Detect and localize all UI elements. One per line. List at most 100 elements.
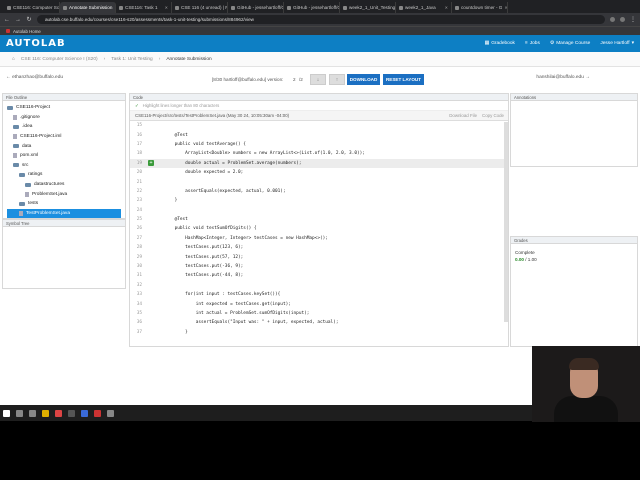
app-icon[interactable] [81, 409, 88, 417]
forward-icon[interactable]: → [15, 17, 21, 23]
reset-layout-button[interactable]: RESET LAYOUT [383, 74, 424, 85]
line-number: 28 [136, 245, 142, 251]
file-tree-file[interactable]: TestProblemSet.java [7, 208, 121, 219]
intellij-icon[interactable] [68, 409, 75, 417]
breadcrumb-current: Annotate Submission [166, 56, 212, 62]
code-line[interactable]: 18 ArrayList<Double> numbers = new Array… [130, 149, 508, 158]
breadcrumb-assessment[interactable]: Task 1: Unit Testing [111, 57, 153, 62]
file-tree-file[interactable]: .gitignore [7, 113, 121, 123]
autolab-logo[interactable]: AUTOLAB [6, 38, 66, 49]
code-line[interactable]: 35 int actual = ProblemSet.sumOfDigits(i… [130, 309, 508, 318]
check-icon[interactable]: ✓ [135, 103, 139, 109]
code-line[interactable]: 24 [130, 206, 508, 215]
browser-tab[interactable]: week2_1_Java ✕ [396, 2, 452, 13]
close-tab-icon[interactable]: ✕ [504, 5, 507, 10]
code-line[interactable]: 32 [130, 281, 508, 290]
nav-user-menu[interactable]: Jesse Hartloff ▾ [600, 41, 634, 46]
app-icon[interactable] [94, 409, 101, 417]
browser-tab[interactable]: CSE116: Computer Scien✕ [4, 2, 60, 13]
close-tab-icon[interactable]: ✕ [445, 5, 448, 10]
tab-favicon-icon [119, 5, 123, 10]
menu-icon[interactable]: ⋮ [630, 16, 636, 23]
highlight-long-lines-row: ✓ Highlight lines longer than 80 charact… [130, 101, 508, 111]
file-tree-folder[interactable]: datastructures [7, 180, 121, 190]
copy-code-link[interactable]: Copy Code [482, 113, 504, 118]
chevron-down-icon: ▾ [631, 41, 634, 46]
line-number: 31 [136, 273, 142, 279]
code-line[interactable]: 27 HashMap<Integer, Integer> testCases =… [130, 234, 508, 243]
code-line[interactable]: 29 testCases.put(57, 12); [130, 252, 508, 261]
file-tree-folder[interactable]: CSE116-Project [7, 103, 121, 113]
code-text: public void testSumOfDigits() { [164, 226, 257, 232]
close-tab-icon[interactable]: ✕ [165, 5, 168, 10]
download-button[interactable]: DOWNLOAD [347, 74, 380, 85]
nav-jobs[interactable]: ≡ Jobs [525, 41, 540, 46]
url-field[interactable]: autolab.cse.buffalo.edu/courses/cse116-s… [37, 15, 605, 24]
code-line[interactable]: 26 public void testSumOfDigits() { [130, 224, 508, 233]
presenter-hair [569, 358, 599, 370]
nav-gradebook[interactable]: ▦ Gradebook [485, 41, 515, 46]
code-scrollbar[interactable] [504, 122, 508, 322]
windows-start-icon[interactable] [3, 409, 10, 417]
extension-icon[interactable] [610, 17, 615, 22]
file-tree-label: .idea [22, 124, 33, 130]
browser-tab[interactable]: GitHub - jessehartloff/CS✕ [284, 2, 340, 13]
file-outline-panel: File Outline CSE116-Project .gitignore .id… [2, 93, 126, 219]
browser-tab[interactable]: Annotate Submission✕ [60, 2, 116, 13]
file-tree-folder[interactable]: ratings [7, 170, 121, 180]
browser-tab[interactable]: week2_1_Unit_Testing✕ [340, 2, 396, 13]
reload-icon[interactable]: ↻ [26, 16, 32, 23]
file-explorer-icon[interactable] [42, 409, 49, 417]
version-select[interactable]: 2 [293, 77, 296, 82]
code-line[interactable]: 22 assertEquals(expected, actual, 0.001)… [130, 187, 508, 196]
code-line[interactable]: 16 @Test [130, 130, 508, 139]
nav-manage-course[interactable]: ⚙ Manage Course [550, 41, 590, 46]
code-line[interactable]: 34 int expected = testCases.get(input); [130, 299, 508, 308]
code-line[interactable]: 31 testCases.put(-44, 8); [130, 271, 508, 280]
code-text: @Test [164, 217, 188, 223]
code-line[interactable]: 36 assertEquals("Input was: " + input, e… [130, 318, 508, 327]
file-tree-folder[interactable]: data [7, 141, 121, 151]
browser-tab[interactable]: countdown timer - G ✕ [452, 2, 508, 13]
task-view-icon[interactable] [29, 409, 36, 417]
file-tree-folder[interactable]: tests [7, 199, 121, 209]
previous-version-button[interactable]: ↓ [310, 74, 326, 85]
add-annotation-button[interactable]: + [148, 160, 154, 167]
file-tree-folder[interactable]: src [7, 161, 121, 171]
search-icon[interactable] [16, 409, 23, 417]
grade-value[interactable]: 0.00 [515, 257, 524, 262]
file-tree-file[interactable]: pom.xml [7, 151, 121, 161]
file-tree-file[interactable]: CSE116-Project.iml [7, 132, 121, 142]
breadcrumb-course[interactable]: CSE 116: Computer Science I (S20) [21, 57, 98, 62]
previous-submission-link[interactable]: ← ethanzhao@buffalo.edu [6, 75, 63, 80]
home-icon[interactable]: ⌂ [12, 57, 15, 62]
code-line[interactable]: 21 [130, 177, 508, 186]
bookmark-autolab-home[interactable]: Autolab Home [13, 29, 41, 34]
file-tree-folder[interactable]: .idea [7, 122, 121, 132]
code-line[interactable]: 15 [130, 121, 508, 130]
code-line[interactable]: 28 testCases.put(123, 6); [130, 243, 508, 252]
code-line[interactable]: 23 } [130, 196, 508, 205]
back-icon[interactable]: ← [4, 17, 10, 23]
code-line[interactable]: 33 for(int input : testCases.keySet()){ [130, 290, 508, 299]
file-tree-file[interactable]: ProblemSet.java [7, 189, 121, 199]
browser-tab[interactable]: CSE 116 (4 unread) | Pia✕ [172, 2, 228, 13]
next-submission-link[interactable]: hanshilai@buffalo.edu → [536, 75, 590, 80]
browser-tab[interactable]: GitHub - jessehartloff/CS✕ [228, 2, 284, 13]
code-line[interactable]: 25 @Test [130, 215, 508, 224]
chrome-icon[interactable] [55, 409, 62, 417]
app-icon[interactable] [107, 409, 114, 417]
annotations-header: Annotations [511, 94, 637, 101]
code-line[interactable]: 20 double expected = 2.0; [130, 168, 508, 177]
symbol-tree-panel: Symbol Tree [2, 219, 126, 289]
profile-icon[interactable] [620, 17, 625, 22]
browser-tab[interactable]: CSE116: Task 1 ✕ [116, 2, 172, 13]
code-text: ArrayList<Double> numbers = new ArrayLis… [164, 151, 365, 157]
code-line[interactable]: 30 testCases.put(-36, 9); [130, 262, 508, 271]
file-tree-label: ProblemSet.java [32, 191, 68, 197]
download-file-link[interactable]: Download File [449, 113, 477, 118]
next-version-button[interactable]: ↑ [329, 74, 345, 85]
code-line[interactable]: 19 double actual = ProblemSet.average(nu… [130, 158, 508, 168]
code-line[interactable]: 37 } [130, 328, 508, 337]
code-line[interactable]: 17 public void testAverage() { [130, 140, 508, 149]
